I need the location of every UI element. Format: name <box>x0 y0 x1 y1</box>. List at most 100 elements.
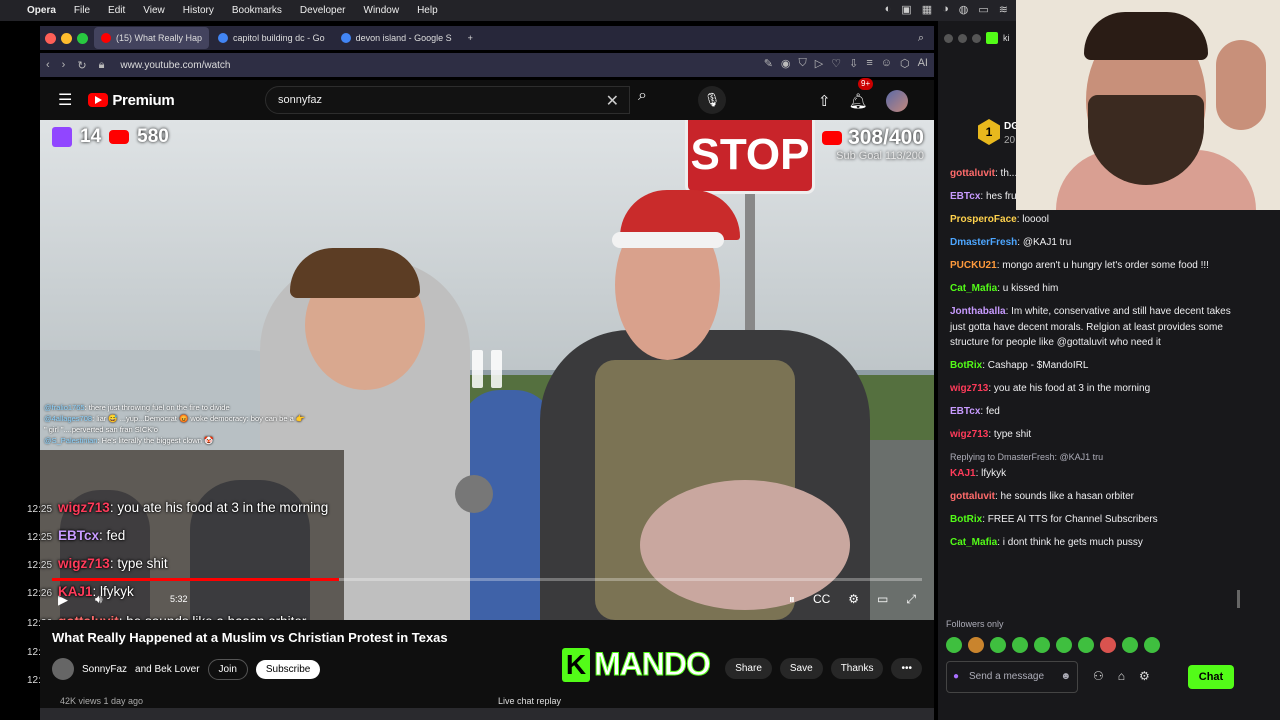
chat-user[interactable]: Jonthaballa <box>950 306 1006 317</box>
chat-user[interactable]: Cat_Mafia <box>950 283 997 294</box>
chat-user[interactable]: gottaluvit <box>950 168 995 179</box>
window-icon[interactable]: ▭ <box>978 3 988 16</box>
menu-app-name[interactable]: Opera <box>18 5 65 16</box>
menu-file[interactable]: File <box>65 5 99 16</box>
kick-tab-label[interactable]: ki <box>1003 33 1010 43</box>
menu-bookmarks[interactable]: Bookmarks <box>223 5 291 16</box>
chat-user[interactable]: gottaluvit <box>950 491 995 502</box>
grid-icon[interactable]: ▦ <box>922 3 932 16</box>
emote-icon[interactable] <box>1100 637 1116 653</box>
chat-send-button[interactable]: Chat <box>1188 665 1234 689</box>
chat-user[interactable]: Cat_Mafia <box>950 537 997 548</box>
chat-user[interactable]: EBTcx <box>950 191 980 202</box>
chat-scrollbar[interactable] <box>1237 590 1240 608</box>
youtube-logo[interactable]: Premium <box>88 92 175 109</box>
globe-icon[interactable]: ◍ <box>959 3 969 16</box>
back-icon[interactable]: ‹ <box>46 59 50 71</box>
theme-icon[interactable]: ◑ <box>942 3 949 16</box>
emote-icon[interactable] <box>946 637 962 653</box>
subscribe-button[interactable]: Subscribe <box>255 659 321 679</box>
fullscreen-icon[interactable]: ⤢ <box>906 592 916 607</box>
chat-user[interactable]: PUCKU21 <box>950 260 997 271</box>
more-button[interactable]: ••• <box>891 658 922 679</box>
heart-icon[interactable]: ♡ <box>831 57 841 70</box>
live-chat-replay[interactable]: Live chat replay <box>498 696 561 706</box>
zoom-window-icon[interactable] <box>77 32 88 44</box>
join-button[interactable]: Join <box>207 658 248 680</box>
send-message-input[interactable]: Send a message ● ☻ <box>946 661 1078 693</box>
emote-icon[interactable] <box>1122 637 1138 653</box>
menu-developer[interactable]: Developer <box>291 5 355 16</box>
points-icon[interactable]: ⚇ <box>1093 669 1104 683</box>
upload-icon[interactable]: ⇧ <box>818 92 831 110</box>
channel-name[interactable]: SonnyFaz <box>82 664 127 675</box>
search-input[interactable]: sonnyfaz ✕ <box>265 86 630 114</box>
progress-bar[interactable] <box>52 578 922 581</box>
emote-icon[interactable] <box>968 637 984 653</box>
shield-icon[interactable]: ⛉ <box>799 57 807 70</box>
chat-user[interactable]: BotRix <box>950 514 982 525</box>
thanks-button[interactable]: Thanks <box>830 658 884 679</box>
captions-icon[interactable]: CC <box>813 592 830 607</box>
ai-icon[interactable]: AI <box>918 57 928 70</box>
minimize-window-icon[interactable] <box>958 33 967 43</box>
chat-user[interactable]: KAJ1 <box>950 468 976 479</box>
menu-icon[interactable]: ≡ <box>866 57 872 70</box>
emote-icon[interactable] <box>990 637 1006 653</box>
tab-search-icon[interactable]: ⌕ <box>918 32 924 45</box>
clear-search-icon[interactable]: ✕ <box>606 91 619 111</box>
menu-edit[interactable]: Edit <box>99 5 134 16</box>
zoom-window-icon[interactable] <box>972 33 981 43</box>
close-window-icon[interactable] <box>944 33 953 43</box>
extension-icon[interactable]: ⬡ <box>900 57 910 70</box>
emote-icon[interactable] <box>1078 637 1094 653</box>
emote-icon[interactable] <box>1056 637 1072 653</box>
theater-icon[interactable]: ▭ <box>877 592 888 607</box>
search-icon[interactable]: ⌕ <box>638 87 647 105</box>
chat-user[interactable]: wigz713 <box>950 383 988 394</box>
emote-icon[interactable] <box>1034 637 1050 653</box>
menu-window[interactable]: Window <box>355 5 409 16</box>
tab-devon[interactable]: devon island - Google S <box>334 27 459 49</box>
video-player[interactable]: STOP 14 580 308/400 Sub Goal 113/200 @fr… <box>40 120 934 620</box>
wifi-icon[interactable]: ≋ <box>999 3 1008 16</box>
download-icon[interactable]: ⇩ <box>849 57 858 70</box>
chat-user[interactable]: wigz713 <box>950 429 988 440</box>
settings-icon[interactable]: ⚙︎ <box>1139 669 1150 683</box>
reload-icon[interactable]: ↻ <box>77 59 86 72</box>
new-tab-button[interactable]: + <box>461 27 480 49</box>
bell-icon[interactable]: 🔔︎ <box>849 92 868 110</box>
play-icon[interactable]: ▷ <box>815 57 823 70</box>
chat-user[interactable]: ProsperoFace <box>950 214 1017 225</box>
url-field[interactable]: www.youtube.com/watch <box>120 60 230 71</box>
emote-icon[interactable] <box>1012 637 1028 653</box>
control-center-icon[interactable]: ◐ <box>885 3 892 16</box>
chat-user[interactable]: DmasterFresh <box>950 237 1017 248</box>
hamburger-menu-icon[interactable]: ☰ <box>58 90 72 110</box>
camera-icon[interactable]: ◉ <box>781 57 791 70</box>
edit-icon[interactable]: ✎ <box>764 57 773 70</box>
tab-youtube[interactable]: (15) What Really Hap <box>94 27 210 49</box>
close-window-icon[interactable] <box>45 32 56 44</box>
autoplay-toggle-icon[interactable]: ⏸︎ <box>789 592 795 607</box>
tab-capitol[interactable]: capitol building dc - Go <box>211 27 332 49</box>
settings-icon[interactable]: ⚙︎ <box>848 592 859 607</box>
emoji-icon[interactable]: ☻ <box>1060 671 1071 683</box>
channel-avatar[interactable] <box>52 658 74 680</box>
mic-icon[interactable]: 🎙︎ <box>698 86 726 114</box>
menu-history[interactable]: History <box>174 5 223 16</box>
save-button[interactable]: Save <box>779 658 823 679</box>
share-button[interactable]: Share <box>725 658 772 679</box>
pause-icon[interactable] <box>472 350 502 388</box>
chat-user[interactable]: EBTcx <box>950 406 980 417</box>
emote-icon[interactable] <box>1144 637 1160 653</box>
chat-user[interactable]: BotRix <box>950 360 982 371</box>
avatar[interactable] <box>885 90 908 112</box>
screen-record-icon[interactable]: ▣ <box>901 3 911 16</box>
gift-icon[interactable]: ⌂ <box>1118 669 1125 683</box>
minimize-window-icon[interactable] <box>61 32 72 44</box>
collab-text[interactable]: and Bek Lover <box>135 664 200 675</box>
menu-help[interactable]: Help <box>408 5 447 16</box>
profile-icon[interactable]: ☺ <box>881 57 892 70</box>
forward-icon[interactable]: › <box>62 59 66 71</box>
